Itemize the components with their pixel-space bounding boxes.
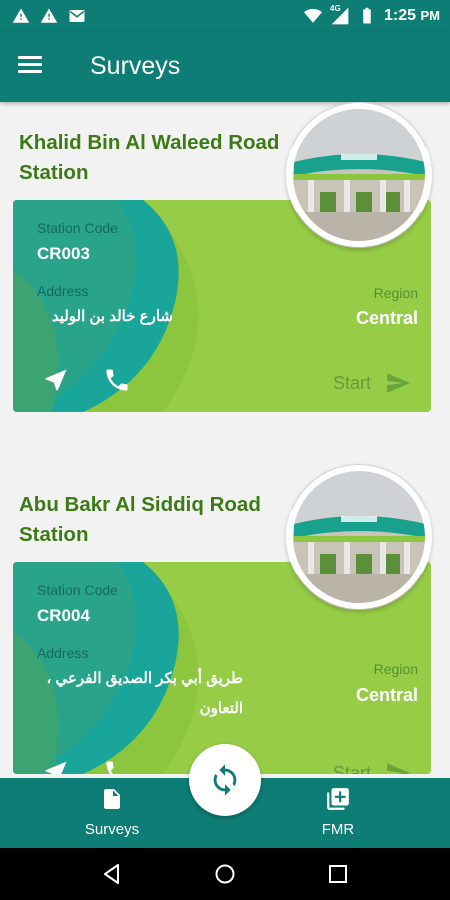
system-navigation-bar xyxy=(0,848,450,900)
start-label: Start xyxy=(332,762,371,775)
sync-icon xyxy=(213,764,237,796)
nav-surveys-label: Surveys xyxy=(84,821,140,838)
battery-icon xyxy=(363,7,371,24)
station-code: CR003 xyxy=(37,244,90,263)
address-value: شارع خالد بن الوليد xyxy=(51,308,173,325)
page-title: Surveys xyxy=(90,52,181,80)
back-icon[interactable] xyxy=(100,862,124,886)
station-photo xyxy=(286,102,432,248)
phone-icon[interactable] xyxy=(103,366,131,394)
region-label: Region xyxy=(373,661,418,677)
start-button[interactable]: Start xyxy=(333,370,411,396)
sync-button[interactable] xyxy=(189,744,261,816)
survey-list[interactable]: Khalid Bin Al Waleed Road Station Statio… xyxy=(0,102,450,778)
station-code-label: Station Code xyxy=(37,220,118,236)
document-icon xyxy=(104,789,120,809)
recents-icon[interactable] xyxy=(326,862,350,886)
alert-icon xyxy=(40,8,58,23)
clock: 1:25 PM xyxy=(384,7,440,24)
address-label: Address xyxy=(37,283,89,299)
address-label: Address xyxy=(37,645,89,661)
menu-button[interactable] xyxy=(18,52,54,82)
start-button[interactable]: Start xyxy=(333,760,411,774)
app-bar: Surveys xyxy=(0,32,450,102)
region-value: Central xyxy=(355,308,418,328)
address-value: طريق أبي بكر الصديق الفرعي ، التعاون xyxy=(46,670,243,717)
menu-icon xyxy=(18,56,54,73)
home-icon[interactable] xyxy=(213,862,237,886)
navigation-icon[interactable] xyxy=(42,758,70,774)
station-name: Abu Bakr Al Siddiq Road Station xyxy=(19,493,261,546)
nav-fmr[interactable]: FMR xyxy=(278,786,398,838)
region-value: Central xyxy=(355,685,418,705)
signal-icon: 4G xyxy=(330,4,350,26)
alert-icon xyxy=(12,8,30,23)
send-icon xyxy=(387,373,410,393)
station-code-label: Station Code xyxy=(37,582,118,598)
phone-icon[interactable] xyxy=(103,758,131,774)
add-library-icon xyxy=(327,788,349,810)
navigation-icon[interactable] xyxy=(42,366,70,394)
start-label: Start xyxy=(332,372,371,393)
send-icon xyxy=(387,763,410,774)
station-name: Khalid Bin Al Waleed Road Station xyxy=(19,131,280,184)
station-code: CR004 xyxy=(37,606,90,625)
station-photo xyxy=(286,464,432,610)
nav-surveys[interactable]: Surveys xyxy=(52,786,172,838)
region-label: Region xyxy=(373,285,418,301)
nav-fmr-label: FMR xyxy=(321,821,355,838)
status-bar: 4G 1:25 PM xyxy=(0,0,450,32)
mail-icon xyxy=(69,10,85,22)
wifi-icon xyxy=(304,8,323,23)
